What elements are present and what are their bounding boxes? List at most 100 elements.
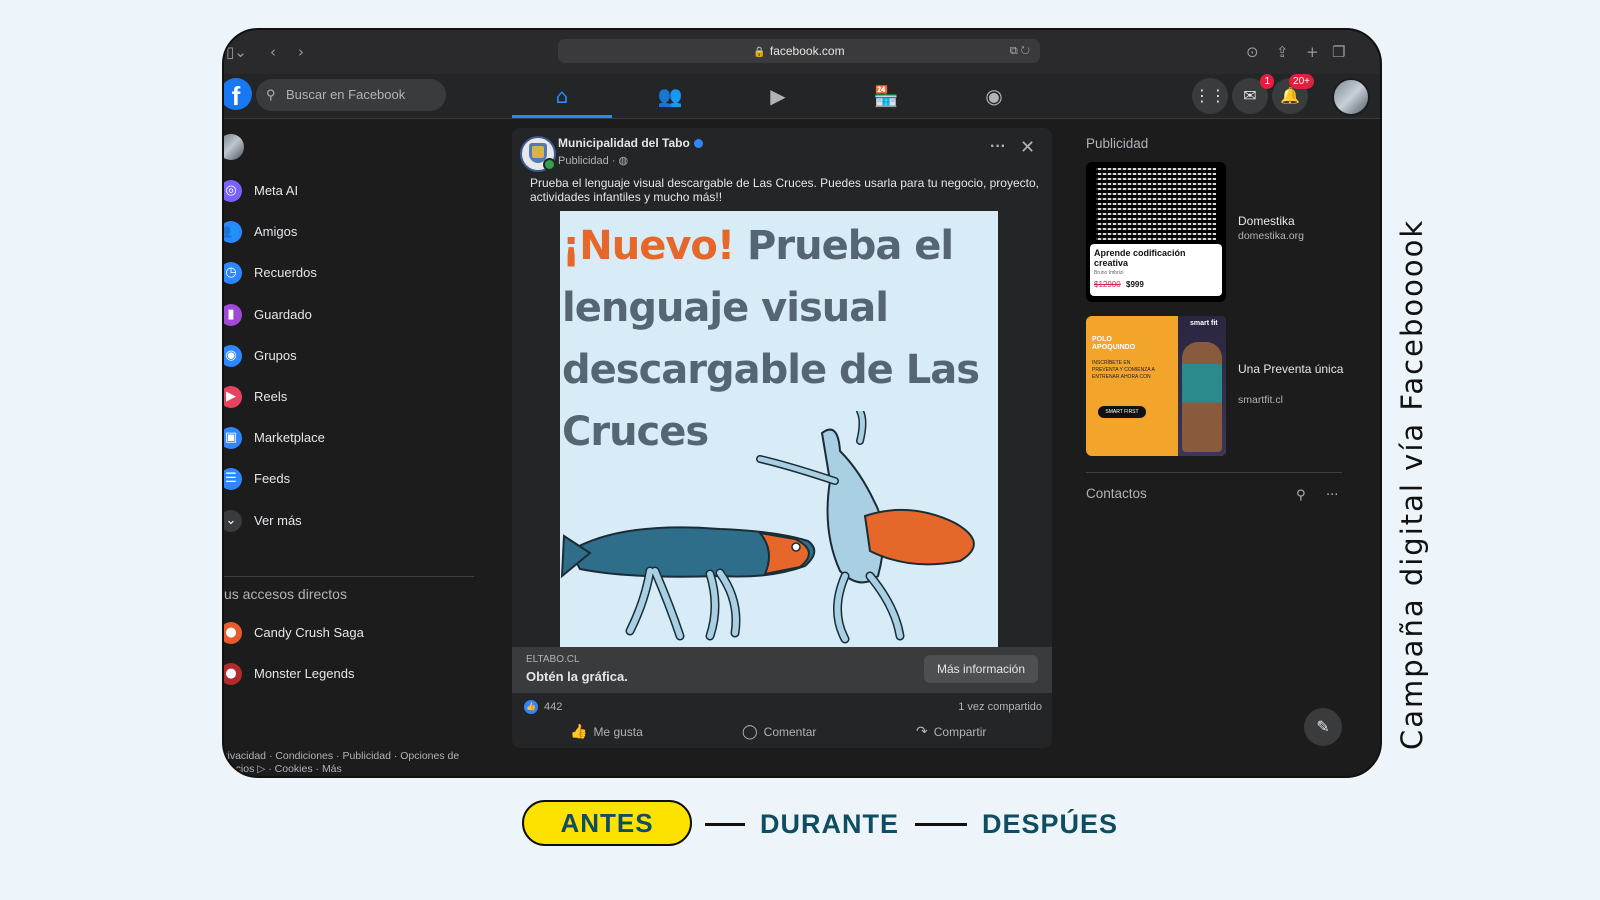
search-icon: ⚲: [266, 87, 276, 102]
contacts-heading: Contactos: [1086, 486, 1147, 501]
sidebar-item-monster-legends[interactable]: ● Monster Legends: [224, 659, 474, 689]
timeline-dash: [915, 823, 967, 826]
marketplace-icon[interactable]: 🏪: [836, 74, 936, 118]
post-stats: 👍 442 1 vez compartido: [512, 698, 1052, 718]
close-icon[interactable]: ✕: [1020, 137, 1035, 158]
page-name-text[interactable]: Municipalidad del Tabo: [558, 136, 690, 150]
domestika-ad-domain: domestika.org: [1238, 230, 1304, 242]
monster-legends-icon: ●: [224, 663, 242, 685]
domestika-thumb-sub: Bruno Imbrizi: [1094, 270, 1124, 276]
menu-grid-icon[interactable]: ⋮⋮: [1192, 78, 1228, 114]
bookmark-icon: ▮: [224, 303, 242, 326]
contacts-more-icon[interactable]: ···: [1326, 488, 1338, 503]
smartfit-ad-thumbnail[interactable]: POLO APOQUINDO INSCRÍBETE EN PREVENTA Y …: [1086, 316, 1226, 456]
sidebar-item-label: Feeds: [254, 471, 291, 487]
feeds-icon: ☰: [224, 468, 242, 491]
sidebar-toggle-icon[interactable]: ▯⌄: [226, 42, 247, 62]
sidebar-item-recuerdos[interactable]: ◷ Recuerdos: [224, 258, 474, 288]
sidebar-item-amigos[interactable]: 👥 Amigos: [224, 217, 474, 247]
like-button[interactable]: 👍 Me gusta: [570, 724, 643, 740]
smartfit-ad-domain: smartfit.cl: [1238, 394, 1283, 406]
ad-image[interactable]: ¡Nuevo! Prueba el lenguaje visual descar…: [560, 211, 998, 647]
sidebar-item-label: Reels: [254, 389, 288, 404]
facebook-logo[interactable]: f: [224, 78, 252, 111]
footer-links-line2[interactable]: uncios ▷ · Cookies · Más: [224, 763, 484, 776]
sponsored-post: Municipalidad del Tabo Publicidad · ◍ ··…: [512, 128, 1052, 748]
address-bar[interactable]: 🔒 facebook.com ⧉ ↻: [558, 39, 1040, 63]
stage-despues: DESPÚES: [982, 809, 1119, 839]
sidebar-item-candy-crush-saga[interactable]: ● Candy Crush Saga: [224, 618, 474, 648]
sidebar-item-guardado[interactable]: ▮ Guardado: [224, 300, 474, 330]
messenger-badge: 1: [1260, 74, 1274, 89]
sidebar-footer: rivacidad · Condiciones · Publicidad · O…: [224, 750, 484, 776]
comment-label: Comentar: [763, 725, 817, 739]
sidebar-item-reels[interactable]: ▶ Reels: [224, 382, 474, 412]
shortcuts-heading: us accesos directos: [224, 586, 347, 602]
more-options-icon[interactable]: ···: [990, 138, 1006, 156]
cta-title: Obtén la gráfica.: [526, 669, 628, 684]
smartfit-ad-name[interactable]: Una Preventa única: [1238, 362, 1348, 376]
sidebar-item-feeds[interactable]: ☰ Feeds: [224, 464, 474, 494]
sidebar-item-label: Meta AI: [254, 183, 299, 198]
video-icon[interactable]: ▶: [728, 74, 828, 118]
home-icon[interactable]: ⌂: [512, 74, 612, 118]
share-button[interactable]: ↷ Compartir: [916, 724, 986, 740]
timeline-dash: [705, 823, 745, 826]
cta-bar[interactable]: ELTABO.CL Obtén la gráfica. Más informac…: [512, 647, 1052, 693]
sidebar-item-grupos[interactable]: ◉ Grupos: [224, 341, 474, 371]
like-label: Me gusta: [593, 725, 643, 739]
stage-antes: ANTES: [522, 800, 692, 846]
footer-links-line1[interactable]: rivacidad · Condiciones · Publicidad · O…: [224, 750, 484, 763]
notifications-badge: 20+: [1289, 74, 1314, 89]
messenger-icon[interactable]: ✉ 1: [1232, 74, 1274, 114]
sidebar-item-marketplace[interactable]: ▣ Marketplace: [224, 423, 474, 453]
thumbs-up-icon: 👍: [570, 724, 588, 740]
download-icon[interactable]: ⊙: [1246, 42, 1259, 62]
chevron-down-icon: ⌄: [224, 509, 242, 532]
reload-icon[interactable]: ⧉ ↻: [1010, 39, 1030, 63]
sidebar-item-label: Grupos: [254, 347, 297, 363]
notifications-icon[interactable]: 🔔 20+: [1272, 74, 1314, 114]
groups-icon[interactable]: ◉: [944, 74, 1044, 118]
fish-and-crab-illustration: [560, 411, 975, 644]
left-sidebar: ◎ Meta AI 👥 Amigos ◷ Recuerdos ▮ Guardado ◉ Grupo…: [224, 126, 484, 775]
cta-domain: ELTABO.CL: [526, 654, 580, 665]
new-message-icon[interactable]: ✎: [1304, 708, 1342, 746]
more-info-button[interactable]: Más información: [924, 655, 1038, 683]
share-arrow-icon: ↷: [916, 724, 928, 740]
browser-toolbar: ▯⌄ ‹ › 🔒 facebook.com ⧉ ↻ ⊙ ⇪ + ❐: [224, 30, 1380, 75]
sidebar-divider: [224, 576, 474, 577]
reels-icon: ▶: [224, 386, 242, 408]
sidebar-item-ver-más[interactable]: ⌄ Ver más: [224, 506, 474, 536]
profile-avatar[interactable]: [1332, 78, 1370, 116]
like-count[interactable]: 442: [544, 701, 562, 713]
domestika-ad-name[interactable]: Domestika: [1238, 214, 1348, 228]
domestika-ad-thumbnail[interactable]: Aprende codificación creativa Bruno Imbr…: [1086, 162, 1226, 302]
tabs-icon[interactable]: ❐: [1332, 42, 1345, 62]
post-sponsored-label: Publicidad · ◍: [558, 155, 629, 167]
sidebar-item-label: Amigos: [254, 224, 298, 240]
post-page-name[interactable]: Municipalidad del Tabo: [558, 136, 703, 150]
share-label: Compartir: [933, 725, 987, 739]
share-icon[interactable]: ⇪: [1276, 42, 1289, 62]
smartfit-thumb-head: POLO APOQUINDO: [1092, 336, 1136, 351]
search-input[interactable]: ⚲ Buscar en Facebook: [256, 79, 446, 111]
friends-icon[interactable]: 👥: [620, 74, 720, 118]
comment-button[interactable]: ◯ Comentar: [742, 724, 816, 740]
sidebar-item-label: Candy Crush Saga: [254, 625, 364, 640]
post-text: Prueba el lenguaje visual descargable de…: [530, 176, 1039, 204]
forward-icon[interactable]: ›: [298, 42, 304, 62]
domestika-price-new: $999: [1126, 280, 1144, 289]
smartfit-thumb-pill: SMART FIRST: [1098, 406, 1146, 418]
search-contacts-icon[interactable]: ⚲: [1296, 488, 1306, 503]
meta-ai-icon: ◎: [224, 180, 242, 202]
sidebar-item-meta-ai[interactable]: ◎ Meta AI: [224, 176, 474, 206]
smartfit-logo: smart fit: [1190, 320, 1218, 327]
like-reaction-icon: 👍: [524, 700, 538, 714]
share-count[interactable]: 1 vez compartido: [958, 701, 1042, 713]
new-tab-icon[interactable]: +: [1306, 42, 1319, 62]
sidebar-avatar[interactable]: [224, 134, 244, 160]
back-icon[interactable]: ‹: [270, 42, 276, 62]
comment-icon: ◯: [742, 724, 758, 740]
url-text: facebook.com: [769, 44, 845, 58]
